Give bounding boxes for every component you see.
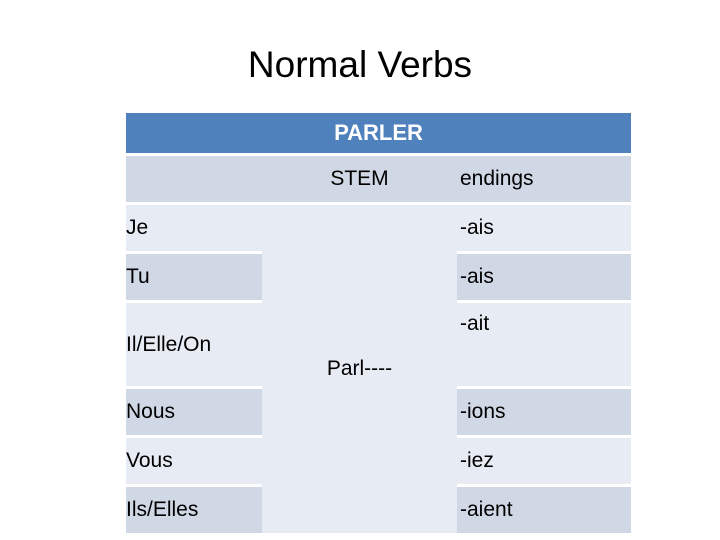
ending-cell: -ais — [460, 205, 631, 251]
pronoun-label: Nous — [126, 400, 176, 424]
pronoun-label: Je — [126, 216, 149, 240]
pronoun-cell: Ils/Elles — [126, 487, 259, 533]
ending-cell: -ions — [460, 389, 631, 435]
pronoun-label: Tu — [126, 265, 150, 289]
column-header-pronoun — [126, 156, 259, 202]
ending-cell: -iez — [460, 438, 631, 484]
pronoun-cell: Il/Elle/On — [126, 303, 259, 386]
stem-merged-cell: Parl---- — [262, 205, 457, 533]
pronoun-label: Vous — [126, 449, 173, 473]
verb-header-title: PARLER — [126, 113, 631, 153]
slide-canvas: Normal Verbs PARLER STEM endings Je Parl… — [0, 0, 720, 540]
pronoun-cell: Tu — [126, 254, 259, 300]
pronoun-label: Il/Elle/On — [126, 332, 212, 356]
column-divider — [259, 389, 262, 435]
pronoun-cell: Vous — [126, 438, 259, 484]
column-divider — [259, 487, 262, 533]
column-header-stem: STEM — [262, 156, 457, 202]
ending-cell: -ais — [460, 254, 631, 300]
pronoun-label: Ils/Elles — [126, 498, 199, 522]
column-divider — [259, 254, 262, 300]
pronoun-cell: Nous — [126, 389, 259, 435]
conjugation-table: PARLER STEM endings Je Parl---- -ais Tu … — [126, 113, 631, 533]
table-header-row: PARLER — [126, 113, 631, 153]
column-divider — [259, 438, 262, 484]
ending-cell: -ait — [460, 303, 631, 386]
pronoun-cell: Je — [126, 205, 259, 251]
column-header-endings: endings — [460, 156, 631, 202]
ending-cell: -aient — [460, 487, 631, 533]
table-row: Je Parl---- -ais — [126, 205, 631, 533]
column-header-row: STEM endings — [126, 156, 631, 202]
page-title: Normal Verbs — [247, 44, 473, 85]
column-divider — [259, 303, 262, 386]
